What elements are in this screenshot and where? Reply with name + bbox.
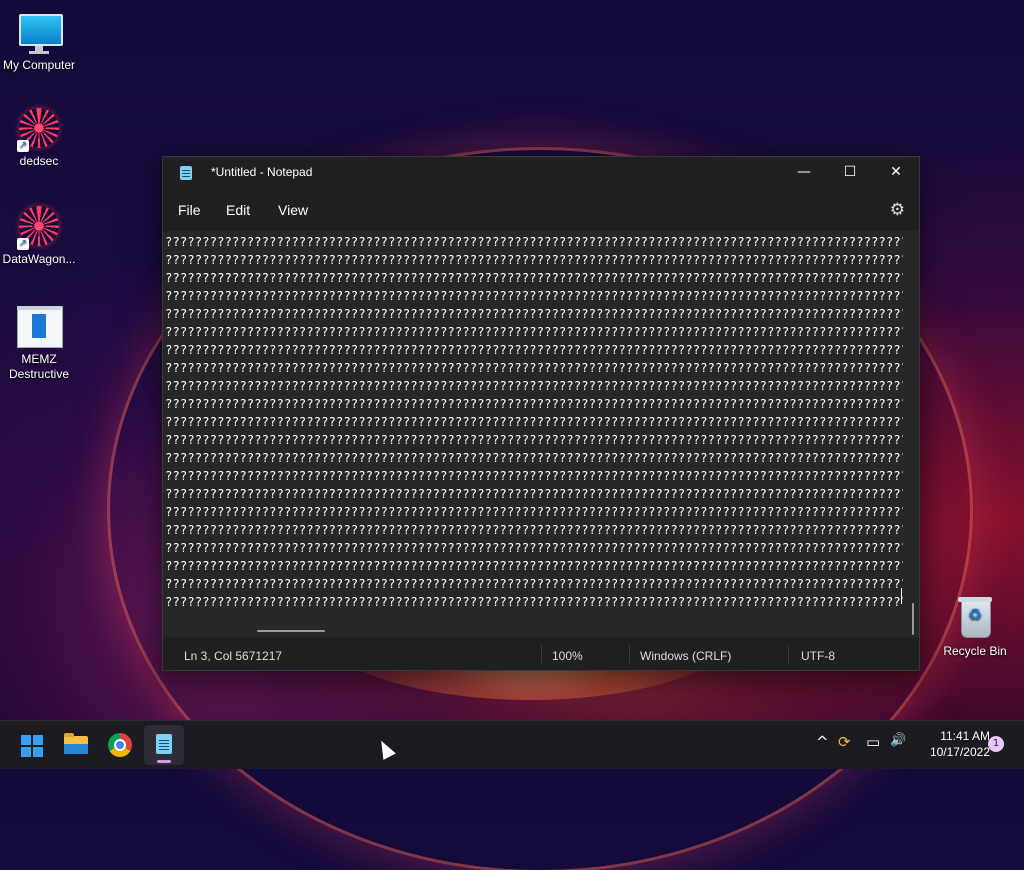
mandala-shortcut-icon: ↗ (17, 106, 61, 152)
text-editor[interactable]: ????????????????????????????????????????… (163, 231, 919, 637)
desktop-icon-dedsec[interactable]: ↗ dedsec (0, 106, 79, 169)
desktop-icon-recycle-bin[interactable]: ♻ Recycle Bin (935, 596, 1015, 659)
taskbar-notepad[interactable] (144, 725, 184, 765)
windows-start-icon (21, 735, 43, 757)
notepad-icon (180, 166, 192, 180)
status-bar: Ln 3, Col 5671217 100% Windows (CRLF) UT… (163, 637, 919, 670)
desktop-icon-my-computer[interactable]: My Computer (0, 10, 79, 73)
memz-app-icon (17, 304, 63, 348)
notepad-window: *Untitled - Notepad — ☐ ✕ File Edit View… (162, 156, 920, 671)
taskbar-chrome[interactable] (100, 725, 140, 765)
active-app-indicator (157, 760, 171, 763)
start-button[interactable] (12, 725, 52, 765)
clock[interactable]: 11:41 AM 10/17/2022 (916, 728, 990, 760)
close-button[interactable]: ✕ (873, 157, 919, 189)
menu-view[interactable]: View (278, 202, 308, 218)
desktop-icon-memz[interactable]: MEMZ Destructive (0, 304, 79, 382)
shortcut-arrow-icon: ↗ (17, 238, 29, 250)
mandala-shortcut-icon: ↗ (17, 204, 61, 250)
cursor-position: Ln 3, Col 5671217 (184, 649, 283, 663)
menu-bar: File Edit View ⚙ (163, 189, 919, 231)
text-caret (901, 588, 902, 604)
sync-icon[interactable]: ⟳ (838, 733, 851, 751)
maximize-button[interactable]: ☐ (827, 157, 873, 189)
status-divider (629, 645, 630, 663)
notification-badge[interactable]: 1 (988, 736, 1004, 752)
title-bar[interactable]: *Untitled - Notepad — ☐ ✕ (163, 157, 919, 189)
desktop-icon-label: DataWagon... (2, 252, 76, 266)
chevron-up-icon[interactable]: ^ (816, 733, 829, 751)
desktop-icon-datawagon[interactable]: ↗ DataWagon... (0, 204, 79, 267)
clock-time: 11:41 AM (940, 729, 990, 743)
taskbar: ^ ⟳ ▭ 🔊 11:41 AM 10/17/2022 1 (0, 720, 1024, 769)
file-explorer-icon (64, 733, 88, 754)
recycle-bin-icon: ♻ (953, 596, 997, 640)
monitor-icon (17, 10, 63, 54)
network-icon[interactable]: ▭ (866, 733, 880, 751)
menu-edit[interactable]: Edit (226, 202, 250, 218)
desktop-icon-label: Recycle Bin (943, 644, 1007, 658)
notepad-icon (156, 734, 172, 754)
zoom-level: 100% (552, 649, 583, 663)
volume-icon[interactable]: 🔊 (890, 733, 906, 748)
encoding: UTF-8 (801, 649, 835, 663)
menu-file[interactable]: File (178, 202, 201, 218)
window-title: *Untitled - Notepad (211, 165, 313, 179)
desktop-icon-label: My Computer (2, 58, 76, 72)
desktop-icon-label: MEMZ Destructive (8, 352, 70, 381)
horizontal-scrollbar[interactable] (257, 630, 325, 632)
status-divider (788, 645, 789, 663)
minimize-button[interactable]: — (781, 157, 827, 189)
clock-date: 10/17/2022 (929, 745, 990, 759)
taskbar-file-explorer[interactable] (56, 725, 96, 765)
gear-icon[interactable]: ⚙ (890, 200, 905, 220)
editor-content[interactable]: ????????????????????????????????????????… (165, 233, 903, 607)
chrome-icon (108, 733, 132, 757)
shortcut-arrow-icon: ↗ (17, 140, 29, 152)
vertical-scrollbar[interactable] (912, 603, 914, 635)
status-divider (541, 645, 542, 663)
line-ending: Windows (CRLF) (640, 649, 732, 663)
desktop-icon-label: dedsec (19, 154, 59, 168)
